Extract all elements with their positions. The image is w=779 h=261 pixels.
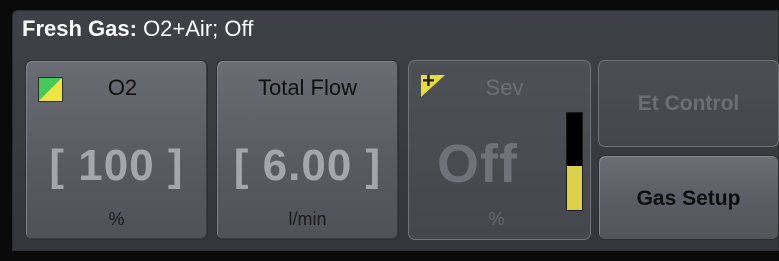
sev-unit: %: [488, 209, 505, 229]
total-flow-title: Total Flow: [257, 75, 358, 100]
et-control-button[interactable]: Et Control: [598, 60, 779, 147]
sev-level-fill: [567, 166, 582, 210]
total-flow-unit: l/min: [288, 209, 327, 229]
o2-value: [ 100 ]: [49, 141, 184, 190]
gas-setup-button[interactable]: Gas Setup: [598, 155, 779, 240]
sev-title: Sev: [485, 75, 524, 100]
fresh-gas-status: O2+Air; Off: [143, 16, 254, 41]
o2-unit: %: [108, 209, 125, 229]
total-flow-value: [ 6.00 ]: [233, 141, 382, 190]
fresh-gas-label: Fresh Gas:: [22, 16, 137, 41]
sev-tile[interactable]: + Sev Off %: [408, 60, 591, 240]
o2-tile[interactable]: O2 [ 100 ] %: [25, 60, 208, 240]
panel-header: Fresh Gas: O2+Air; Off: [22, 14, 253, 44]
sev-value: Off: [437, 134, 518, 194]
o2-title: O2: [107, 75, 138, 100]
total-flow-tile[interactable]: Total Flow [ 6.00 ] l/min: [216, 60, 399, 240]
sev-level-bar: [566, 112, 583, 211]
